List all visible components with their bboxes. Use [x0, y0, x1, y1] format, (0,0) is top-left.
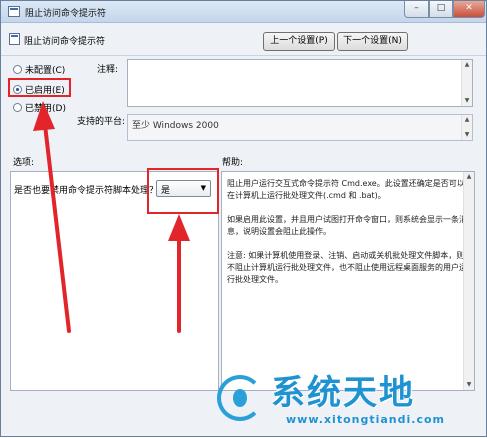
comment-label: 注释:: [97, 65, 119, 75]
next-setting-button[interactable]: 下一个设置(N): [337, 32, 408, 51]
highlight-dropdown-box: [147, 168, 219, 214]
help-panel: 阻止用户运行交互式命令提示符 Cmd.exe。此设置还确定是否可以在计算机上运行…: [221, 171, 475, 391]
scroll-down-icon[interactable]: ▼: [462, 96, 472, 106]
scroll-up-icon[interactable]: ▲: [462, 115, 472, 125]
options-section-label: 选项:: [13, 158, 35, 168]
policy-setting-window: 阻止访问命令提示符 – □ ✕ 阻止访问命令提示符 上一个设置(P) 下一个设置…: [0, 0, 487, 437]
title-bar[interactable]: 阻止访问命令提示符 – □ ✕: [1, 1, 486, 23]
scroll-down-icon[interactable]: ▼: [462, 130, 472, 140]
watermark-logo-icon: [217, 375, 263, 421]
radio-label: 已禁用(D): [25, 104, 66, 114]
window-title: 阻止访问命令提示符: [25, 9, 107, 19]
scroll-down-icon[interactable]: ▼: [464, 380, 474, 390]
comment-textarea[interactable]: ▲ ▼: [127, 59, 473, 107]
supported-platform-box: 至少 Windows 2000 ▲ ▼: [127, 114, 473, 141]
watermark-url: www.xitongtiandi.com: [286, 413, 445, 426]
policy-icon: [8, 6, 20, 17]
radio-label: 未配置(C): [25, 66, 66, 76]
watermark-text: 系统天地: [271, 373, 415, 413]
highlight-enabled-box: [8, 78, 71, 97]
supported-platform-label: 支持的平台:: [77, 117, 126, 127]
script-processing-question: 是否也要禁用命令提示符脚本处理？: [14, 186, 159, 196]
radio-circle[interactable]: [13, 103, 22, 112]
radio-not-configured[interactable]: 未配置(C): [13, 63, 65, 76]
previous-setting-button[interactable]: 上一个设置(P): [263, 32, 335, 51]
help-scrollbar[interactable]: ▲ ▼: [463, 172, 474, 390]
help-section-label: 帮助:: [222, 158, 244, 168]
radio-circle[interactable]: [13, 65, 22, 74]
setting-icon: [9, 33, 20, 45]
header-divider: [1, 55, 486, 56]
comment-scrollbar[interactable]: ▲ ▼: [461, 60, 472, 106]
scroll-up-icon[interactable]: ▲: [462, 60, 472, 70]
radio-disabled[interactable]: 已禁用(D): [13, 101, 66, 114]
help-paragraph: 注意: 如果计算机使用登录、注销、启动或关机批处理文件脚本，则不阻止计算机运行批…: [227, 251, 467, 284]
help-paragraph: 阻止用户运行交互式命令提示符 Cmd.exe。此设置还确定是否可以在计算机上运行…: [227, 179, 465, 200]
supported-scrollbar[interactable]: ▲ ▼: [461, 115, 472, 140]
maximize-button[interactable]: □: [429, 1, 453, 18]
supported-platform-value: 至少 Windows 2000: [132, 121, 219, 131]
scroll-up-icon[interactable]: ▲: [464, 172, 474, 182]
minimize-button[interactable]: –: [404, 1, 429, 18]
setting-title: 阻止访问命令提示符: [24, 37, 106, 47]
help-paragraph: 如果启用此设置，并且用户试图打开命令窗口，则系统会显示一条消息，说明设置会阻止此…: [227, 215, 467, 236]
close-button[interactable]: ✕: [453, 1, 485, 18]
